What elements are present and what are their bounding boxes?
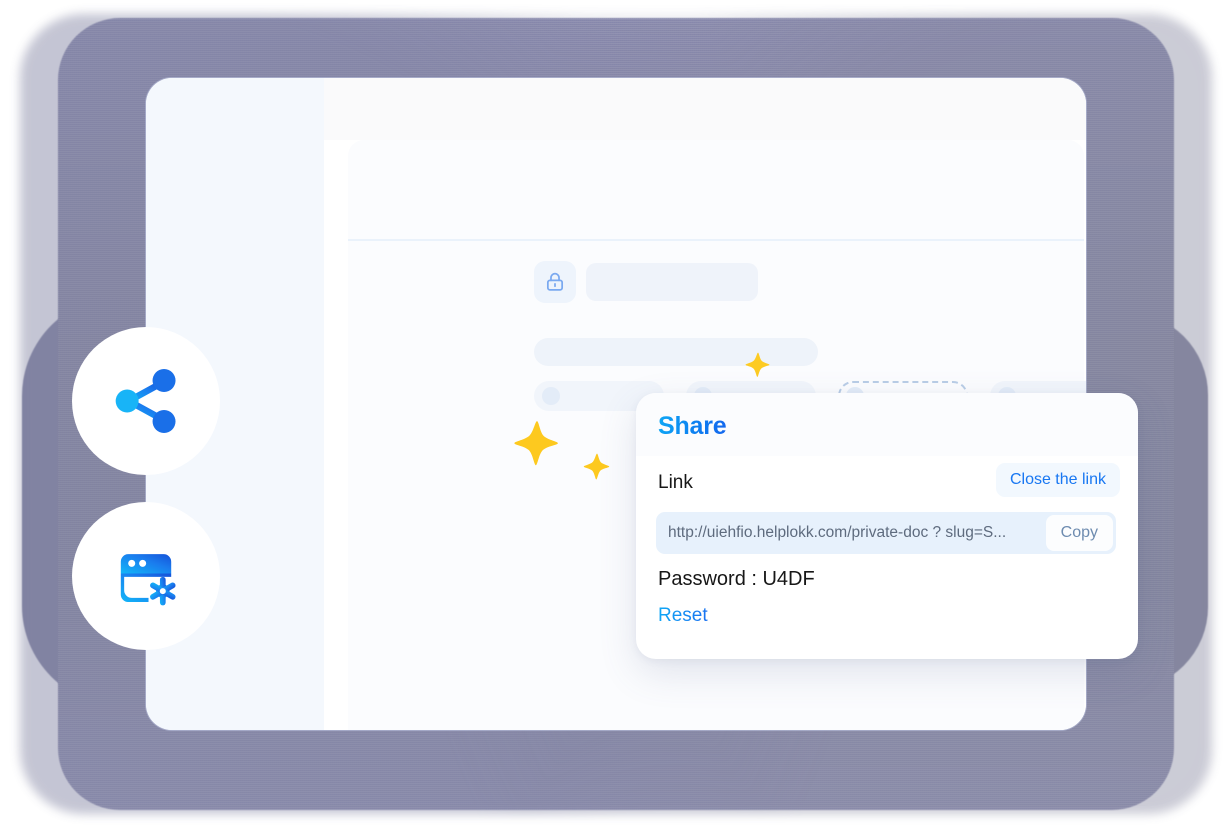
copy-button[interactable]: Copy	[1045, 515, 1113, 551]
reset-link[interactable]: Reset	[658, 605, 708, 627]
sparkle-large	[508, 420, 566, 478]
document-title-skeleton	[586, 263, 758, 301]
pill-avatar	[542, 387, 560, 405]
share-icon-badge[interactable]	[72, 327, 220, 475]
share-icon	[115, 369, 176, 433]
browser-settings-icon-badge[interactable]	[72, 502, 220, 650]
password-text: Password : U4DF	[658, 568, 815, 590]
lock-icon	[534, 261, 576, 303]
browser-settings-icon	[120, 554, 176, 606]
close-the-link-button[interactable]: Close the link	[995, 463, 1120, 497]
sparkle-small-top	[742, 352, 774, 384]
app-topbar	[324, 78, 1086, 140]
share-dialog-title: Share	[658, 412, 727, 440]
panel-divider	[348, 239, 1084, 241]
link-url-text[interactable]: http://uiehfio.helplokk.com/private-doc …	[656, 524, 1046, 542]
link-field[interactable]: http://uiehfio.helplokk.com/private-doc …	[656, 512, 1116, 554]
share-dialog: Share Link Close the link http://uiehfio…	[636, 393, 1138, 659]
content-heading-skeleton	[534, 338, 818, 366]
link-label: Link	[658, 472, 693, 493]
screenshot-stage: Share Link Close the link http://uiehfio…	[0, 0, 1232, 828]
sparkle-small-bottom	[580, 453, 614, 487]
